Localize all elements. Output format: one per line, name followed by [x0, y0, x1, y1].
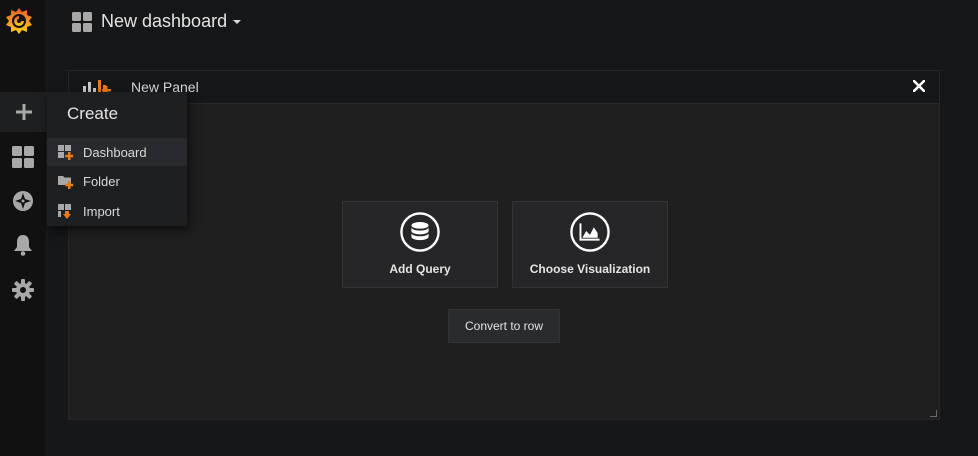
create-menu-label-dashboard: Dashboard: [83, 144, 147, 160]
gear-icon: [12, 279, 34, 301]
create-menu-title: Create: [67, 104, 119, 123]
compass-icon: [12, 190, 34, 212]
create-menu: Create Dashboard Folder Import: [47, 92, 187, 226]
bell-icon: [13, 234, 33, 256]
dashboards-icon: [12, 146, 34, 168]
sidebar-item-dashboards[interactable]: [0, 137, 46, 177]
import-icon: [58, 203, 74, 219]
create-menu-item-import[interactable]: Import: [47, 197, 187, 225]
resize-handle-icon[interactable]: [930, 410, 937, 417]
close-icon[interactable]: [911, 78, 927, 94]
create-menu-item-folder[interactable]: Folder: [47, 167, 187, 195]
dashboard-title-picker[interactable]: New dashboard: [101, 11, 242, 32]
create-menu-label-folder: Folder: [83, 173, 120, 189]
sidebar-item-alerting[interactable]: [0, 225, 46, 265]
top-navbar: New dashboard: [46, 0, 978, 46]
convert-to-row-button[interactable]: Convert to row: [448, 309, 560, 343]
dashboard-title: New dashboard: [101, 11, 228, 31]
database-icon: [400, 212, 440, 252]
dashboard-grid-icon: [72, 12, 92, 37]
area-chart-icon: [570, 212, 610, 252]
dashboard-add-icon: [58, 144, 74, 160]
choose-visualization-label: Choose Visualization: [529, 262, 651, 276]
add-query-button[interactable]: Add Query: [342, 201, 498, 288]
grafana-app: Create Dashboard Folder Import New dashb…: [0, 0, 978, 456]
new-panel: New Panel Add Query Choose Visualization…: [68, 70, 940, 420]
plus-icon: [15, 103, 33, 121]
add-query-label: Add Query: [389, 262, 451, 276]
folder-add-icon: [58, 173, 74, 189]
create-menu-item-dashboard[interactable]: Dashboard: [47, 138, 187, 166]
create-menu-label-import: Import: [83, 203, 120, 219]
grafana-logo-icon[interactable]: [3, 4, 35, 38]
choose-visualization-button[interactable]: Choose Visualization: [512, 201, 668, 288]
sidebar-item-configuration[interactable]: [0, 270, 46, 310]
caret-down-icon: [233, 20, 242, 25]
panel-header: New Panel: [69, 71, 939, 104]
sidebar-item-create[interactable]: [0, 92, 48, 132]
sidebar: [0, 0, 48, 456]
sidebar-item-explore[interactable]: [0, 181, 46, 221]
